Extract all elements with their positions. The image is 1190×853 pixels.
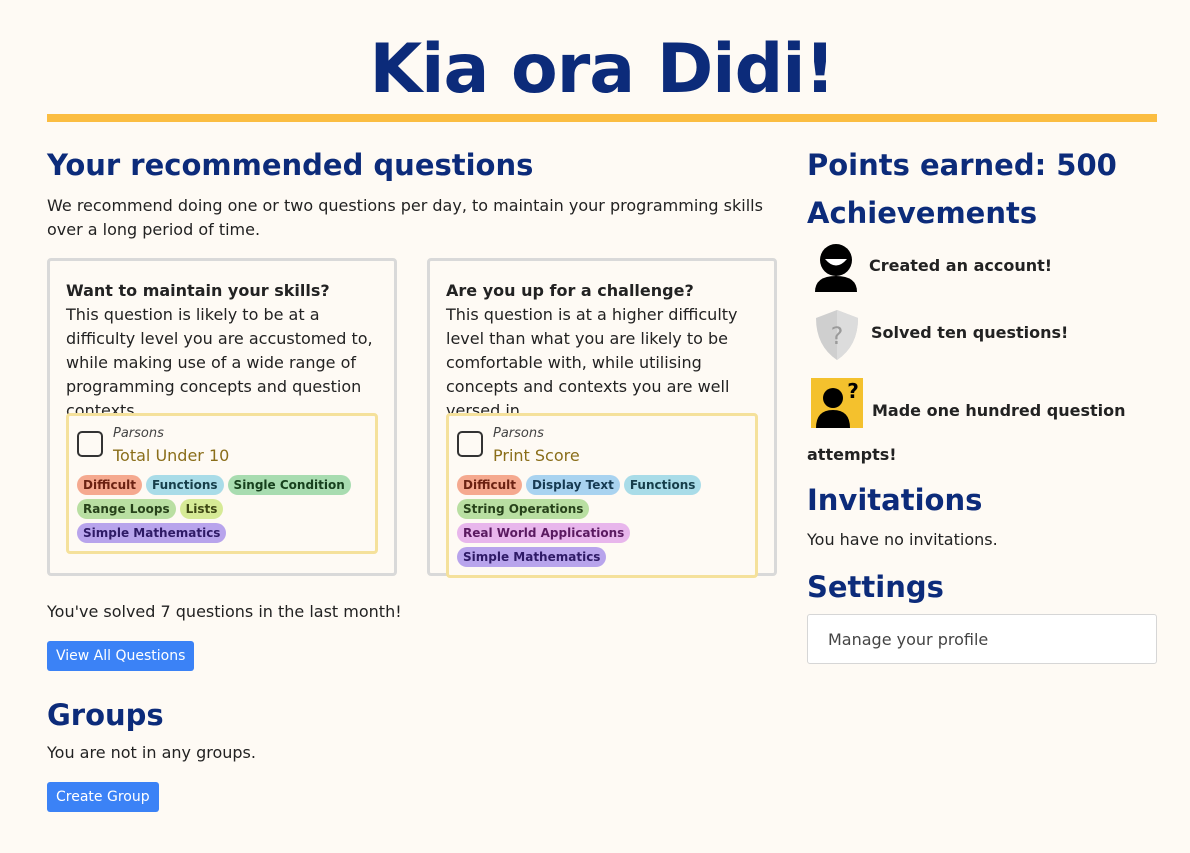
page-title: Kia ora Didi! <box>369 30 835 109</box>
question-type: Parsons <box>493 426 544 441</box>
tag-badge: Lists <box>179 499 224 519</box>
settings-heading: Settings <box>807 570 944 604</box>
card-description: This question is likely to be at a diffi… <box>66 305 373 420</box>
tag-badge: Real World Applications <box>457 523 631 543</box>
tag-badge: Range Loops <box>77 499 176 519</box>
question-checkbox[interactable] <box>457 431 483 457</box>
tag-badge: String Operations <box>457 499 590 519</box>
achievements-heading: Achievements <box>807 196 1038 230</box>
maintain-card: Want to maintain your skills? This quest… <box>47 258 397 576</box>
question-type: Parsons <box>113 426 164 441</box>
question-checkbox[interactable] <box>77 431 103 457</box>
tag-badge: Difficult <box>77 475 142 495</box>
question-card[interactable]: Parsons Print Score Difficult Display Te… <box>446 413 758 578</box>
tag-badge: Functions <box>623 475 702 495</box>
achievement-label: Created an account! <box>869 256 1053 275</box>
invitations-heading: Invitations <box>807 483 983 517</box>
account-created-icon <box>815 244 857 292</box>
question-name-link[interactable]: Print Score <box>493 445 580 467</box>
tag-badge: Difficult <box>457 475 522 495</box>
groups-heading: Groups <box>47 698 164 732</box>
challenge-card: Are you up for a challenge? This questio… <box>427 258 777 578</box>
view-all-questions-button[interactable]: View All Questions <box>47 641 195 671</box>
tag-badge: Simple Mathematics <box>77 523 227 543</box>
locked-shield-icon: ? <box>816 310 858 360</box>
tag-badge: Functions <box>145 475 224 495</box>
recommended-intro: We recommend doing one or two questions … <box>47 196 763 239</box>
achievement-label: Made one hundred question attempts! <box>807 401 1126 464</box>
tag-badge: Single Condition <box>227 475 351 495</box>
tag-badge: Simple Mathematics <box>457 547 607 567</box>
create-group-button[interactable]: Create Group <box>47 782 159 812</box>
question-name-link[interactable]: Total Under 10 <box>113 445 229 467</box>
manage-profile-link[interactable]: Manage your profile <box>807 614 1157 664</box>
groups-empty-text: You are not in any groups. <box>47 743 256 762</box>
card-title: Want to maintain your skills? <box>66 281 330 300</box>
invitations-empty-text: You have no invitations. <box>807 530 998 549</box>
solved-count-text: You've solved 7 questions in the last mo… <box>47 602 402 621</box>
recommended-heading: Your recommended questions <box>47 148 534 182</box>
achievement-label: Solved ten questions! <box>871 323 1069 342</box>
svg-text:?: ? <box>831 322 844 350</box>
points-heading: Points earned: 500 <box>807 148 1117 182</box>
card-title: Are you up for a challenge? <box>446 281 694 300</box>
title-divider <box>47 114 1157 122</box>
card-description: This question is at a higher difficulty … <box>446 305 738 420</box>
question-card[interactable]: Parsons Total Under 10 Difficult Functio… <box>66 413 378 554</box>
tag-badge: Display Text <box>525 475 620 495</box>
